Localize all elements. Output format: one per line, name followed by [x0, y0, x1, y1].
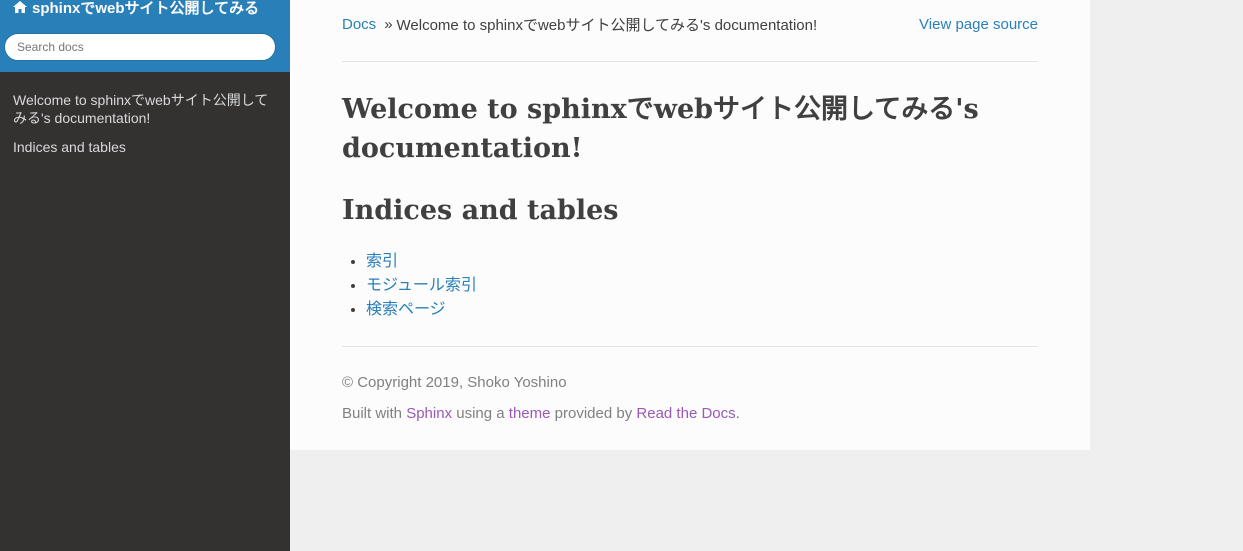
page-title: Welcome to sphinxでwebサイト公開してみる's documen…: [342, 94, 979, 164]
sidebar-header: sphinxでwebサイト公開してみる: [0, 0, 290, 72]
index-link[interactable]: 索引: [366, 253, 398, 270]
breadcrumb: Docs » Welcome to sphinxでwebサイト公開してみる's …: [342, 0, 1038, 46]
list-item: 索引: [366, 250, 1038, 274]
built-with-text: Built with Sphinx using a theme provided…: [342, 405, 1038, 422]
main-content: Docs » Welcome to sphinxでwebサイト公開してみる's …: [290, 0, 1090, 450]
list-item: モジュール索引: [366, 274, 1038, 298]
breadcrumb-current: Welcome to sphinxでwebサイト公開してみる's documen…: [396, 16, 818, 34]
breadcrumb-docs-link[interactable]: Docs: [342, 16, 376, 33]
sidebar-item-indices[interactable]: Indices and tables: [13, 138, 277, 156]
provided-by-text: provided by: [554, 405, 633, 422]
sphinx-link[interactable]: Sphinx: [406, 405, 452, 422]
list-item: 検索ページ: [366, 298, 1038, 322]
module-index-link[interactable]: モジュール索引: [366, 277, 477, 294]
copyright-text: © Copyright 2019, Shoko Yoshino: [342, 374, 567, 391]
built-prefix: Built with: [342, 405, 403, 422]
footer-divider: [342, 346, 1038, 347]
view-source-link[interactable]: View page source: [919, 16, 1038, 33]
section-heading: Indices and tables: [342, 195, 619, 226]
search-page-link[interactable]: 検索ページ: [366, 301, 446, 318]
breadcrumb-separator: »: [384, 15, 393, 33]
project-title: sphinxでwebサイト公開してみる: [32, 0, 260, 17]
index-links-list: 索引 モジュール索引 検索ページ: [366, 250, 1038, 322]
theme-link[interactable]: theme: [509, 405, 551, 422]
home-icon: [13, 1, 27, 13]
header-divider: [342, 61, 1038, 62]
search-input[interactable]: [4, 33, 276, 61]
rtd-link[interactable]: Read the Docs.: [636, 405, 739, 422]
project-home-link[interactable]: sphinxでwebサイト公開してみる: [13, 0, 276, 17]
sidebar-item-welcome[interactable]: Welcome to sphinxでwebサイト公開してみる's documen…: [13, 91, 277, 127]
sidebar-nav: Welcome to sphinxでwebサイト公開してみる's documen…: [0, 72, 290, 156]
using-a-text: using a: [456, 405, 505, 422]
sidebar: sphinxでwebサイト公開してみる Welcome to sphinxでwe…: [0, 0, 290, 551]
